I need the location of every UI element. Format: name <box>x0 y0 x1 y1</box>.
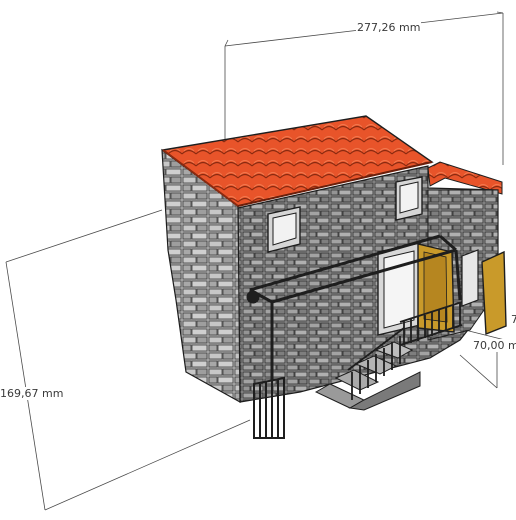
front-door <box>377 242 421 336</box>
height-extension-bottom <box>44 419 251 511</box>
depth-dimension-label-fragment: 7 <box>511 313 516 326</box>
3d-model-viewport[interactable]: 277,26 mm 169,67 mm 70,00 mm 7 <box>0 0 516 516</box>
width-dimension-label: 277,26 mm <box>356 21 422 34</box>
upper-window-right <box>395 176 423 221</box>
height-dimension-line <box>5 261 46 511</box>
depth-dimension-label: 70,00 mm <box>472 339 516 352</box>
height-extension-top <box>5 209 163 263</box>
height-dimension-label: 169,67 mm <box>0 387 65 400</box>
upper-window-left <box>267 206 301 253</box>
model-canvas <box>5 11 507 511</box>
